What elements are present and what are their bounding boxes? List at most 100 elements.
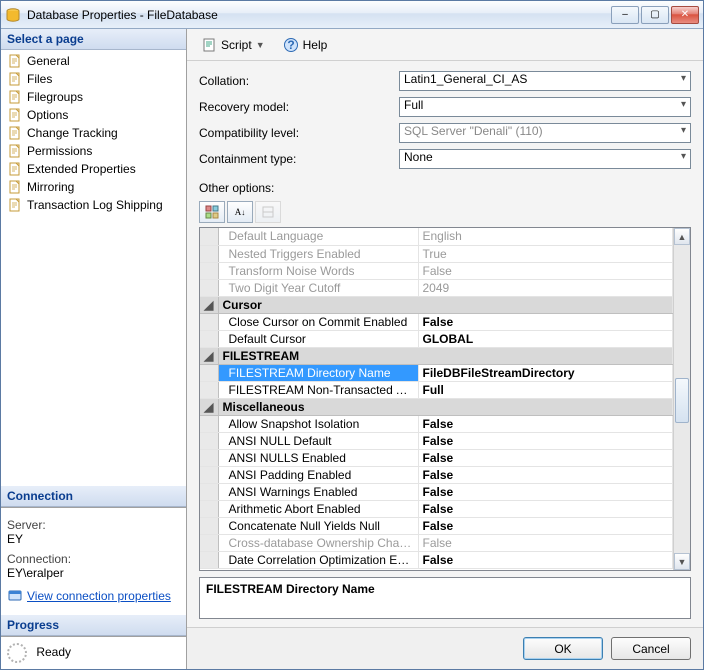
server-label: Server: (7, 518, 180, 532)
connection-icon (7, 588, 23, 604)
property-value[interactable]: False (418, 551, 673, 568)
property-name: ANSI Warnings Enabled (218, 483, 418, 500)
collapse-icon[interactable]: ◢ (200, 296, 218, 313)
sidebar: Select a page GeneralFilesFilegroupsOpti… (1, 29, 187, 669)
property-name: Date Correlation Optimization Enabled (218, 551, 418, 568)
script-button[interactable]: Script ▼ (197, 35, 269, 55)
view-connection-properties-link[interactable]: View connection properties (7, 588, 171, 604)
page-icon (7, 89, 23, 105)
property-row[interactable]: ANSI NULLS EnabledFalse (200, 449, 673, 466)
categorized-button[interactable] (199, 201, 225, 223)
property-row[interactable]: Allow Snapshot IsolationFalse (200, 415, 673, 432)
sidebar-item-permissions[interactable]: Permissions (5, 142, 182, 160)
property-value[interactable]: False (418, 466, 673, 483)
property-row[interactable]: Concatenate Null Yields NullFalse (200, 517, 673, 534)
help-button[interactable]: ? Help (279, 35, 332, 55)
property-value[interactable]: 2049 (418, 279, 673, 296)
help-label: Help (303, 38, 328, 52)
page-icon (7, 125, 23, 141)
property-name: ANSI NULL Default (218, 432, 418, 449)
close-button[interactable]: ✕ (671, 6, 699, 24)
connection-link-label: View connection properties (27, 589, 171, 603)
sidebar-item-label: General (27, 54, 70, 68)
property-value[interactable]: False (418, 449, 673, 466)
server-value: EY (7, 532, 180, 546)
category-row[interactable]: ◢FILESTREAM (200, 347, 673, 364)
scrollbar[interactable]: ▲ ▼ (673, 228, 690, 570)
sidebar-item-options[interactable]: Options (5, 106, 182, 124)
property-row[interactable]: Transform Noise WordsFalse (200, 262, 673, 279)
connection-header: Connection (1, 486, 186, 507)
scroll-thumb[interactable] (675, 378, 689, 423)
collapse-icon[interactable]: ◢ (200, 347, 218, 364)
progress-panel: Ready (1, 636, 186, 669)
category-row[interactable]: ◢Miscellaneous (200, 398, 673, 415)
sidebar-item-transaction-log-shipping[interactable]: Transaction Log Shipping (5, 196, 182, 214)
sidebar-item-files[interactable]: Files (5, 70, 182, 88)
property-value[interactable]: False (418, 500, 673, 517)
compat-select[interactable]: SQL Server "Denali" (110) (399, 123, 691, 143)
alphabetical-button[interactable]: A↓ (227, 201, 253, 223)
sidebar-item-label: Change Tracking (27, 126, 118, 140)
property-row[interactable]: Two Digit Year Cutoff2049 (200, 279, 673, 296)
property-row[interactable]: Date Correlation Optimization EnabledFal… (200, 551, 673, 568)
property-row[interactable]: ANSI Warnings EnabledFalse (200, 483, 673, 500)
sidebar-item-label: Mirroring (27, 180, 74, 194)
property-row[interactable]: Cross-database Ownership Chaining Enable… (200, 534, 673, 551)
dialog-footer: OK Cancel (187, 627, 703, 669)
property-value[interactable]: False (418, 313, 673, 330)
property-value[interactable]: False (418, 432, 673, 449)
property-value[interactable]: Full (418, 381, 673, 398)
collapse-icon[interactable]: ◢ (200, 398, 218, 415)
property-value[interactable]: English (418, 228, 673, 245)
property-value[interactable]: True (418, 245, 673, 262)
sidebar-item-change-tracking[interactable]: Change Tracking (5, 124, 182, 142)
property-row[interactable]: Arithmetic Abort EnabledFalse (200, 500, 673, 517)
property-name: Allow Snapshot Isolation (218, 415, 418, 432)
property-name: Concatenate Null Yields Null (218, 517, 418, 534)
property-row[interactable]: FILESTREAM Non-Transacted AccessFull (200, 381, 673, 398)
maximize-button[interactable]: ▢ (641, 6, 669, 24)
property-name: Two Digit Year Cutoff (218, 279, 418, 296)
svg-text:?: ? (287, 38, 294, 52)
property-row[interactable]: Default CursorGLOBAL (200, 330, 673, 347)
recovery-select[interactable]: Full (399, 97, 691, 117)
scroll-down-icon[interactable]: ▼ (674, 553, 690, 570)
property-grid[interactable]: Default LanguageEnglishNested Triggers E… (199, 227, 691, 571)
property-value[interactable]: False (418, 517, 673, 534)
property-name: Arithmetic Abort Enabled (218, 500, 418, 517)
page-icon (7, 161, 23, 177)
titlebar[interactable]: Database Properties - FileDatabase – ▢ ✕ (1, 1, 703, 29)
containment-label: Containment type: (199, 152, 399, 166)
sidebar-item-extended-properties[interactable]: Extended Properties (5, 160, 182, 178)
progress-header: Progress (1, 615, 186, 636)
cancel-button[interactable]: Cancel (611, 637, 691, 660)
progress-spinner-icon (7, 643, 27, 663)
ok-button[interactable]: OK (523, 637, 603, 660)
property-value[interactable]: False (418, 483, 673, 500)
property-name: Nested Triggers Enabled (218, 245, 418, 262)
property-row[interactable]: Default LanguageEnglish (200, 228, 673, 245)
collation-select[interactable]: Latin1_General_CI_AS (399, 71, 691, 91)
category-row[interactable]: ◢Cursor (200, 296, 673, 313)
property-value[interactable]: False (418, 534, 673, 551)
property-row[interactable]: Nested Triggers EnabledTrue (200, 245, 673, 262)
property-value[interactable]: False (418, 415, 673, 432)
property-value[interactable]: False (418, 262, 673, 279)
sidebar-item-filegroups[interactable]: Filegroups (5, 88, 182, 106)
database-icon (5, 7, 21, 23)
page-icon (7, 53, 23, 69)
sidebar-item-mirroring[interactable]: Mirroring (5, 178, 182, 196)
property-value[interactable]: FileDBFileStreamDirectory (418, 364, 673, 381)
property-row[interactable]: ANSI Padding EnabledFalse (200, 466, 673, 483)
sidebar-item-general[interactable]: General (5, 52, 182, 70)
containment-select[interactable]: None (399, 149, 691, 169)
property-row[interactable]: FILESTREAM Directory NameFileDBFileStrea… (200, 364, 673, 381)
property-value[interactable]: GLOBAL (418, 330, 673, 347)
property-row[interactable]: Close Cursor on Commit EnabledFalse (200, 313, 673, 330)
scroll-up-icon[interactable]: ▲ (674, 228, 690, 245)
page-icon (7, 71, 23, 87)
minimize-button[interactable]: – (611, 6, 639, 24)
other-options-label: Other options: (187, 179, 703, 201)
property-row[interactable]: ANSI NULL DefaultFalse (200, 432, 673, 449)
